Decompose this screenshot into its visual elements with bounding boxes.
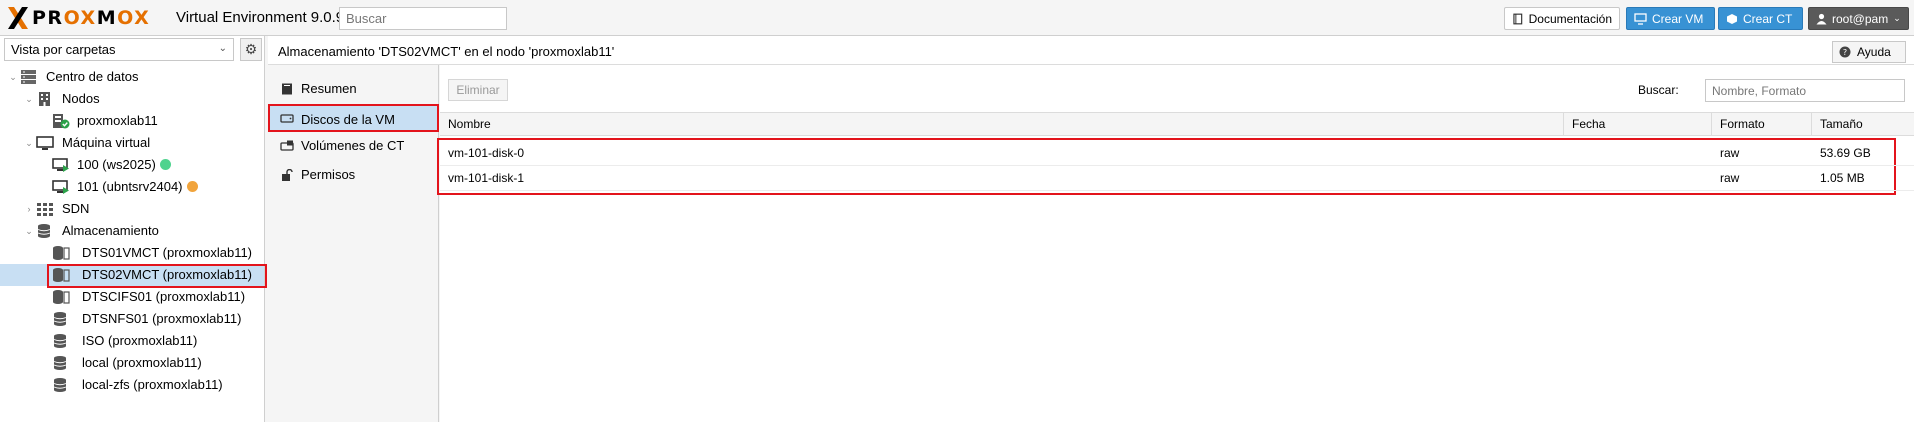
table-row[interactable]: vm-101-disk-0 raw 53.69 GB <box>440 141 1914 166</box>
search-input[interactable] <box>1705 79 1905 102</box>
tree-item-vm-100[interactable]: 100 (ws2025) <box>0 154 264 176</box>
menu-item-summary[interactable]: Resumen <box>268 75 439 103</box>
content-header: Almacenamiento 'DTS02VMCT' en el nodo 'p… <box>268 36 1914 65</box>
storage-disk-icon <box>53 268 70 282</box>
menu-item-vm-disks[interactable]: Discos de la VM <box>268 104 439 132</box>
database-icon <box>53 356 67 370</box>
tree-settings-button[interactable]: ⚙ <box>240 38 262 61</box>
gear-icon: ⚙ <box>244 41 258 57</box>
help-button[interactable]: ? Ayuda <box>1832 41 1906 63</box>
resource-tree-panel: Vista por carpetas ⌄ ⚙ ⌄ Centro de datos… <box>0 36 267 422</box>
page-title: Almacenamiento 'DTS02VMCT' en el nodo 'p… <box>278 44 615 59</box>
tree-item-vm-folder[interactable]: ⌄ Máquina virtual <box>0 132 264 154</box>
tree-item-storage-selected[interactable]: DTS02VMCT (proxmoxlab11) <box>0 264 267 288</box>
column-header-name[interactable]: Nombre <box>440 113 1564 135</box>
status-dot-warning <box>186 181 198 192</box>
logo-x-icon <box>8 7 28 29</box>
product-version: Virtual Environment 9.0.9 <box>176 9 345 26</box>
search-label: Buscar: <box>1638 83 1679 97</box>
tree-item-storage[interactable]: local (proxmoxlab11) <box>0 352 264 374</box>
proxmox-logo[interactable]: PROXMOX <box>6 6 150 30</box>
vm-disks-panel: Eliminar Buscar: Nombre Fecha Formato Ta… <box>437 65 1914 422</box>
hdd-container-icon <box>280 140 294 151</box>
storage-disk-icon <box>53 246 70 260</box>
book-icon <box>1513 13 1523 24</box>
cell-format: raw <box>1720 171 1740 185</box>
documentation-button[interactable]: Documentación <box>1504 7 1620 30</box>
column-header-size[interactable]: Tamaño <box>1812 113 1914 135</box>
tree-item-datacenter[interactable]: ⌄ Centro de datos <box>0 66 264 88</box>
node-online-icon <box>53 114 70 129</box>
database-icon <box>53 378 67 392</box>
tree-item-vm-101[interactable]: 101 (ubntsrv2404) <box>0 176 264 198</box>
unlock-icon <box>282 169 293 181</box>
cell-format: raw <box>1720 146 1740 160</box>
create-ct-button[interactable]: Crear CT <box>1718 7 1803 30</box>
resource-tree: ⌄ Centro de datos ⌄ Nodos proxmoxlab11 ⌄… <box>0 66 267 396</box>
tree-item-sdn[interactable]: › SDN <box>0 198 264 220</box>
cell-name: vm-101-disk-0 <box>448 146 525 160</box>
grid-icon <box>37 203 53 216</box>
database-icon <box>37 224 51 238</box>
server-rack-icon <box>21 70 36 84</box>
table-row[interactable]: vm-101-disk-1 raw 1.05 MB <box>440 166 1914 191</box>
chevron-down-icon: ⌄ <box>218 43 227 54</box>
hdd-icon <box>280 114 294 123</box>
menu-item-ct-volumes[interactable]: Volúmenes de CT <box>268 132 439 160</box>
monitor-icon <box>1634 12 1647 25</box>
building-icon <box>39 92 50 106</box>
expand-toggle-icon[interactable]: ⌄ <box>8 66 18 88</box>
expand-toggle-icon[interactable]: ⌄ <box>24 220 34 242</box>
expand-toggle-icon[interactable]: ⌄ <box>24 88 34 110</box>
book-icon <box>282 83 292 95</box>
tree-item-storage[interactable]: local-zfs (proxmoxlab11) <box>0 374 264 396</box>
tree-item-storage[interactable]: DTSNFS01 (proxmoxlab11) <box>0 308 264 330</box>
delete-button[interactable]: Eliminar <box>448 79 508 101</box>
menu-item-permissions[interactable]: Permisos <box>268 161 439 189</box>
vm-running-icon <box>52 158 69 172</box>
chevron-down-icon: ⌄ <box>1893 13 1901 23</box>
vm-running-icon <box>52 180 69 194</box>
storage-disk-icon <box>53 290 70 304</box>
expand-toggle-icon[interactable]: ⌄ <box>24 132 34 154</box>
svg-text:?: ? <box>1843 48 1847 57</box>
column-header-date[interactable]: Fecha <box>1564 113 1712 135</box>
help-icon: ? <box>1839 46 1851 58</box>
database-icon <box>53 334 67 348</box>
grid-toolbar: Eliminar Buscar: <box>440 65 1914 107</box>
column-header-format[interactable]: Formato <box>1712 113 1812 135</box>
user-menu-button[interactable]: root@pam ⌄ <box>1808 7 1909 30</box>
cell-name: vm-101-disk-1 <box>448 171 525 185</box>
cell-size: 1.05 MB <box>1820 171 1865 185</box>
expand-toggle-icon[interactable]: › <box>24 198 34 220</box>
tree-item-nodes[interactable]: ⌄ Nodos <box>0 88 264 110</box>
tree-item-storage-folder[interactable]: ⌄ Almacenamiento <box>0 220 264 242</box>
cube-icon <box>1727 13 1737 24</box>
tree-item-storage[interactable]: DTSCIFS01 (proxmoxlab11) <box>0 286 264 308</box>
global-search-input[interactable] <box>339 7 507 30</box>
view-selector[interactable]: Vista por carpetas ⌄ <box>4 38 234 61</box>
cell-size: 53.69 GB <box>1820 146 1871 160</box>
tree-item-node-proxmoxlab11[interactable]: proxmoxlab11 <box>0 110 264 132</box>
storage-menu: Resumen Discos de la VM Volúmenes de CT … <box>268 65 439 422</box>
database-icon <box>53 312 67 326</box>
disk-list: vm-101-disk-0 raw 53.69 GB vm-101-disk-1… <box>440 141 1914 191</box>
status-dot-running <box>159 159 171 170</box>
user-icon <box>1816 13 1827 24</box>
tree-item-storage[interactable]: ISO (proxmoxlab11) <box>0 330 264 352</box>
logo-wordmark: PROXMOX <box>32 7 151 29</box>
top-header: PROXMOX Virtual Environment 9.0.9 Docume… <box>0 0 1914 36</box>
desktop-icon <box>36 136 54 150</box>
create-vm-button[interactable]: Crear VM <box>1626 7 1715 30</box>
grid-header: Nombre Fecha Formato Tamaño <box>440 112 1914 136</box>
tree-item-storage[interactable]: DTS01VMCT (proxmoxlab11) <box>0 242 264 264</box>
